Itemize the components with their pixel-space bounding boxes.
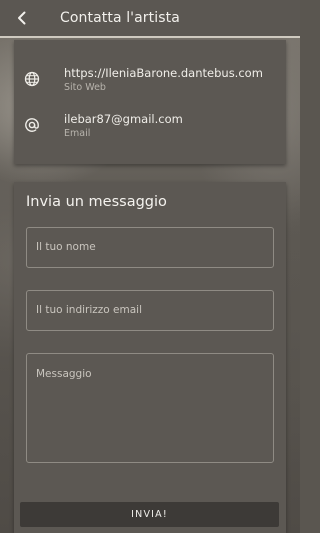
website-row[interactable]: https://IleniaBarone.dantebus.com Sito W… <box>0 61 272 97</box>
email-placeholder: Il tuo indirizzo email <box>36 304 143 316</box>
website-label: Sito Web <box>64 81 106 93</box>
name-input[interactable]: Il tuo nome <box>26 227 274 268</box>
message-placeholder: Messaggio <box>36 368 92 380</box>
website-link[interactable]: https://IleniaBarone.dantebus.com <box>64 66 264 80</box>
chevron-left-icon <box>18 11 26 25</box>
globe-icon <box>0 61 64 97</box>
send-button[interactable]: INVIA! <box>20 502 279 527</box>
email-label: Email <box>64 127 91 139</box>
email-link[interactable]: ilebar87@gmail.com <box>64 112 264 126</box>
app-header: Contatta l'artista <box>0 0 300 38</box>
name-placeholder: Il tuo nome <box>36 241 96 253</box>
form-title: Invia un messaggio <box>26 194 167 210</box>
email-input[interactable]: Il tuo indirizzo email <box>26 290 274 331</box>
page-title: Contatta l'artista <box>60 10 180 26</box>
message-form-card: Invia un messaggio Il tuo nome Il tuo in… <box>14 182 286 533</box>
contact-info-card <box>14 40 286 164</box>
at-icon <box>0 107 64 143</box>
message-textarea[interactable]: Messaggio <box>26 353 274 463</box>
back-button[interactable] <box>0 0 44 37</box>
email-row[interactable]: ilebar87@gmail.com Email <box>0 107 272 143</box>
